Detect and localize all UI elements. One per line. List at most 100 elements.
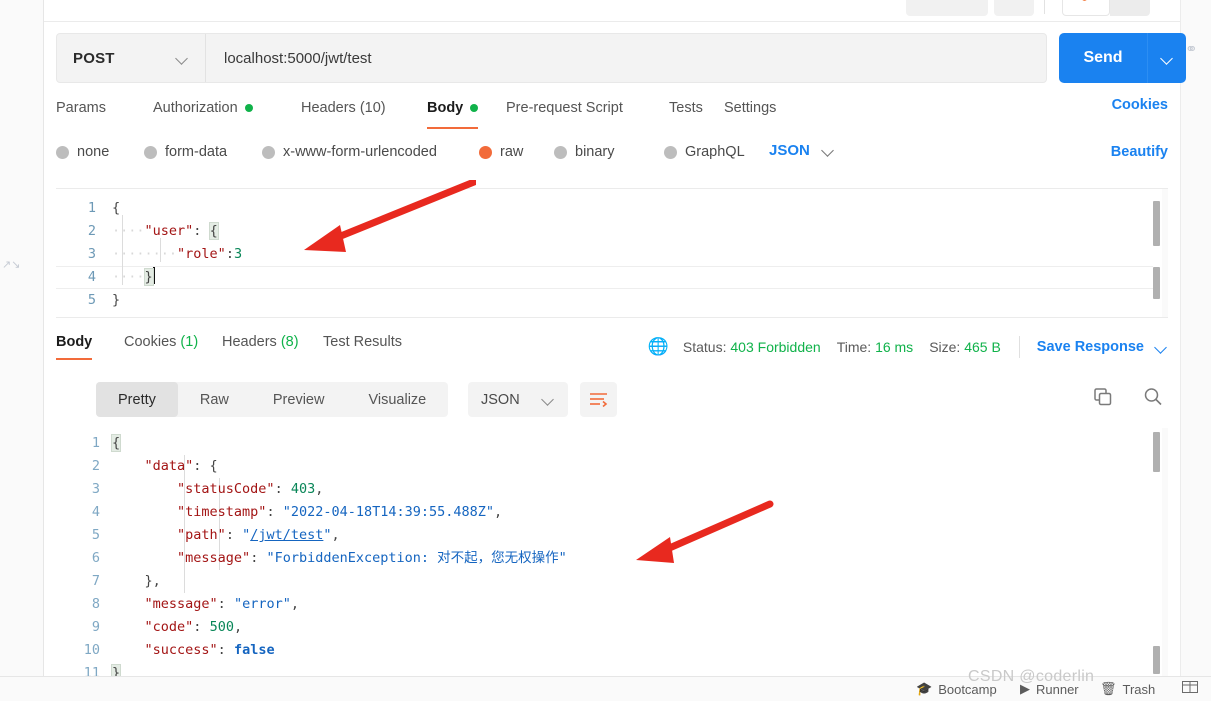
top-chrome-button-b[interactable] [994,0,1034,16]
view-raw[interactable]: Raw [178,382,251,417]
time-field: Time: 16 ms [836,339,914,355]
tab-tests[interactable]: Tests [669,97,703,119]
line-number: 4 [87,269,96,285]
line-number: 3 [87,246,96,262]
radio-label: binary [575,144,615,160]
copy-button[interactable] [1092,386,1114,413]
raw-format-dropdown[interactable]: JSON [769,142,835,159]
code-line-5: "path": "/jwt/test", [177,527,340,543]
url-input[interactable]: localhost:5000/jwt/test [206,50,1046,67]
top-chrome-button-c[interactable] [1062,0,1110,16]
code-line-7: }, [144,573,161,589]
view-preview[interactable]: Preview [251,382,347,417]
radio-x-www-form-urlencoded[interactable]: x-www-form-urlencoded [262,144,437,160]
radio-raw[interactable]: raw [479,144,523,160]
body-type-row: none form-data x-www-form-urlencoded raw… [56,142,1168,174]
line-number: 5 [87,292,96,308]
text-cursor [152,267,155,284]
response-body-editor[interactable]: 1 2 3 4 5 6 7 8 9 10 11 { "data": { "sta… [56,428,1168,676]
code-line-3: ········"role":3 [112,246,243,262]
code-line-3: "statusCode": 403, [177,481,324,497]
beautify-button[interactable]: Beautify [1111,144,1168,160]
left-gutter: ↗↘ [0,0,44,701]
tab-label: Settings [724,100,777,116]
line-number: 6 [91,550,100,566]
line-number: 11 [83,665,100,676]
scrollbar-thumb-secondary[interactable] [1153,267,1160,299]
code-line-1: { [112,200,121,216]
send-button[interactable]: Send [1059,33,1186,83]
line-number: 9 [91,619,100,635]
scrollbar-thumb[interactable] [1153,432,1160,472]
layout-icon [1182,681,1198,693]
code-line-10: "success": false [144,642,275,658]
tab-body[interactable]: Body [427,97,479,129]
response-tab-headers[interactable]: Headers (8) [222,334,299,350]
view-visualize[interactable]: Visualize [346,382,448,417]
code-line-6: "message": "ForbiddenException: 对不起，您无权操… [177,550,567,566]
radio-graphql[interactable]: GraphQL [664,144,745,160]
method-dropdown[interactable]: POST [57,34,206,82]
response-status-bar: 🌐 Status: 403 Forbidden Time: 16 ms Size… [648,336,1168,358]
response-view-segment: Pretty Raw Preview Visualize [96,382,449,417]
top-chrome-divider [1044,0,1045,14]
radio-label: form-data [165,144,228,160]
line-number: 1 [87,200,96,216]
top-chrome-button-d[interactable] [1110,0,1150,16]
response-tab-test-results[interactable]: Test Results [323,334,402,350]
view-pretty[interactable]: Pretty [96,382,178,417]
tab-authorization[interactable]: Authorization [153,97,253,119]
search-button[interactable] [1142,386,1164,413]
tab-label: Headers [222,334,277,350]
line-number: 8 [91,596,100,612]
watermark: CSDN @coderlin [968,668,1095,685]
size-value: 465 B [964,339,1001,355]
cookies-link[interactable]: Cookies [1112,97,1168,113]
trash-icon: 🗑 [1100,681,1117,696]
response-toolbar: Pretty Raw Preview Visualize JSON [56,382,1168,418]
radio-binary[interactable]: binary [554,144,615,160]
wrap-lines-icon [590,393,608,407]
code-line-4: ····} [112,267,155,286]
chevron-down-icon [822,144,835,157]
top-chrome-button-a[interactable] [906,0,988,16]
tab-params[interactable]: Params [56,97,106,119]
save-response-button[interactable]: Save Response [1037,339,1168,355]
line-number: 1 [91,435,100,451]
response-editor-scrollbar[interactable] [1153,428,1162,676]
response-tab-body[interactable]: Body [56,334,93,360]
active-tab-underline [427,126,479,129]
tab-pre-request-script[interactable]: Pre-request Script [506,97,623,119]
active-tab-underline [56,357,93,360]
radio-none[interactable]: none [56,144,109,160]
tab-count: (8) [280,334,299,350]
request-code-content: { ····"user": { ········"role":3 ····} } [112,197,1138,312]
chevron-down-icon [1155,341,1168,354]
trash-label: Trash [1122,681,1156,697]
wrap-lines-button[interactable] [580,382,617,417]
tab-label: Body [427,100,464,116]
scrollbar-thumb-secondary[interactable] [1153,646,1160,674]
response-tab-cookies[interactable]: Cookies (1) [124,334,198,350]
path-link[interactable]: /jwt/test [250,527,323,543]
layout-toggle-button[interactable] [1182,681,1198,693]
chevron-down-icon [176,52,189,65]
editor-edge-strip [1162,428,1168,676]
globe-icon: 🌐 [647,337,669,356]
postman-window: ↗↘ ⚭ POST localhost:5000/jwt/test Send P… [0,0,1211,701]
tab-settings[interactable]: Settings [724,97,776,119]
response-format-dropdown[interactable]: JSON [468,382,568,417]
trash-button[interactable]: 🗑 Trash [1100,681,1155,697]
request-body-editor[interactable]: 1 2 3 4 5 { ····"user": { ········"role"… [56,188,1168,318]
radio-dot-icon [554,145,567,159]
radio-dot-icon [262,145,275,159]
request-line-numbers: 1 2 3 4 5 [56,197,104,312]
radio-form-data[interactable]: form-data [144,144,227,160]
send-options-button[interactable] [1148,52,1186,65]
scrollbar-thumb[interactable] [1153,201,1160,246]
radio-label: x-www-form-urlencoded [283,144,437,160]
radio-dot-icon [144,145,157,159]
request-editor-scrollbar[interactable] [1153,189,1162,317]
response-line-numbers: 1 2 3 4 5 6 7 8 9 10 11 [56,432,108,676]
tab-headers[interactable]: Headers (10) [301,97,386,119]
